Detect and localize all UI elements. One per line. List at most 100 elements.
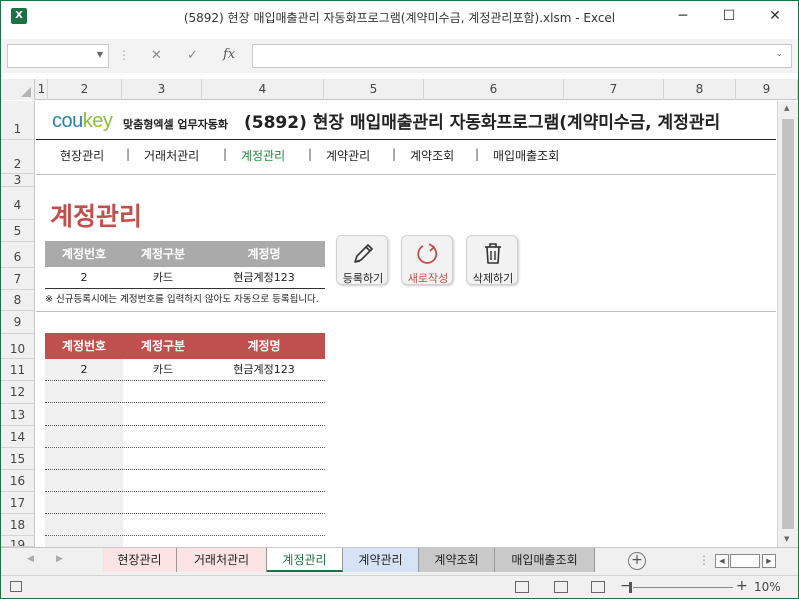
row-header[interactable]: 18 — [1, 514, 35, 536]
register-button[interactable]: 등록하기 — [336, 235, 388, 285]
column-label: 계정구분 — [140, 247, 186, 261]
column-header[interactable]: 3 — [122, 79, 202, 100]
row-header[interactable]: 16 — [1, 470, 35, 492]
row-header[interactable]: 7 — [1, 268, 35, 290]
horizontal-scrollbar[interactable] — [730, 554, 760, 568]
page-break-preview-icon[interactable] — [591, 581, 605, 593]
zoom-slider[interactable] — [633, 587, 733, 588]
row-header[interactable]: 13 — [1, 404, 35, 426]
column-header[interactable]: 4 — [202, 79, 324, 100]
nav-item-contract[interactable]: 계약관리 — [326, 147, 370, 164]
row-header[interactable]: 9 — [1, 311, 35, 334]
nav-item-vendor[interactable]: 거래처관리 — [144, 147, 199, 164]
formula-bar-grip: ⋮ — [118, 48, 130, 62]
sheet-tab-contract[interactable]: 계약관리 — [343, 548, 419, 572]
tab-split-handle[interactable]: ⋮ — [698, 553, 710, 567]
sheet-tab-site[interactable]: 현장관리 — [103, 548, 177, 572]
column-header[interactable]: 2 — [48, 79, 122, 100]
scroll-left-icon[interactable]: ◀ — [715, 554, 729, 568]
column-header[interactable]: 6 — [424, 79, 564, 100]
row-header[interactable]: 5 — [1, 220, 35, 242]
table-row[interactable] — [45, 426, 325, 448]
column-header[interactable]: 5 — [324, 79, 424, 100]
formula-input[interactable]: ⌄ — [252, 44, 792, 68]
row-header[interactable]: 15 — [1, 448, 35, 470]
table-row[interactable] — [45, 404, 325, 426]
row-header[interactable]: 17 — [1, 492, 35, 514]
table-row[interactable] — [45, 381, 325, 403]
vertical-scrollbar[interactable]: ▲ ▼ — [777, 101, 798, 547]
new-button[interactable]: 새로작성 — [401, 235, 453, 285]
row-header[interactable]: 12 — [1, 381, 35, 404]
worksheet-grid[interactable]: coukey 맞춤형엑셀 업무자동화 (5892) 현장 매입매출관리 자동화프… — [36, 101, 776, 547]
insert-function-icon[interactable]: fx — [223, 47, 235, 62]
row-header[interactable]: 3 — [1, 174, 35, 187]
select-all-button[interactable] — [1, 79, 35, 100]
minimize-button[interactable]: ─ — [660, 1, 706, 31]
table-row[interactable]: 2 카드 현금계정123 — [45, 359, 325, 381]
account-type-input[interactable]: 카드 — [123, 267, 203, 289]
divider — [36, 139, 776, 140]
page-layout-icon[interactable] — [554, 581, 568, 593]
sheet-tab-account[interactable]: 계정관리 — [267, 548, 343, 572]
row-header[interactable]: 2 — [1, 140, 35, 174]
table-row[interactable] — [45, 448, 325, 470]
zoom-slider-thumb[interactable] — [629, 582, 632, 593]
row-header[interactable]: 1 — [1, 101, 35, 140]
row-header[interactable]: 6 — [1, 242, 35, 268]
column-header[interactable]: 1 — [36, 79, 48, 100]
column-header[interactable]: 9 — [736, 79, 798, 100]
macro-record-icon[interactable] — [10, 581, 22, 592]
row-header[interactable]: 11 — [1, 359, 35, 381]
confirm-icon[interactable]: ✓ — [187, 48, 198, 63]
restore-button[interactable]: ☐ — [706, 1, 752, 31]
nav-item-account[interactable]: 계정관리 — [241, 147, 285, 164]
row-header[interactable]: 8 — [1, 290, 35, 311]
delete-button-label: 삭제하기 — [472, 272, 514, 285]
row-header[interactable]: 14 — [1, 426, 35, 448]
cell-account-type: 카드 — [152, 363, 174, 376]
logo-tagline: 맞춤형엑셀 업무자동화 — [123, 118, 229, 131]
nav-item-purchase-sales-lookup[interactable]: 매입매출조회 — [493, 147, 559, 164]
section-title: 계정관리 — [50, 202, 143, 231]
scroll-right-icon[interactable]: ▶ — [762, 554, 776, 568]
table-row[interactable] — [45, 536, 325, 547]
account-name-input[interactable]: 현금계정123 — [203, 267, 325, 289]
row-header[interactable]: 19 — [1, 536, 35, 547]
table-row[interactable] — [45, 470, 325, 492]
account-number-input[interactable]: 2 — [45, 267, 123, 289]
nav-item-site[interactable]: 현장관리 — [60, 147, 104, 164]
chevron-down-icon[interactable]: ▼ — [97, 50, 103, 59]
normal-view-icon[interactable] — [515, 581, 529, 593]
nav-separator: | — [392, 147, 397, 161]
input-row: 2 카드 현금계정123 — [45, 267, 325, 289]
delete-button[interactable]: 삭제하기 — [466, 235, 518, 285]
nav-item-contract-lookup[interactable]: 계약조회 — [410, 147, 454, 164]
name-box[interactable]: ▼ — [7, 44, 109, 68]
sheet-tab-vendor[interactable]: 거래처관리 — [177, 548, 267, 572]
chevron-down-icon[interactable]: ⌄ — [775, 49, 783, 59]
close-button[interactable]: ✕ — [752, 1, 798, 31]
scroll-up-icon[interactable]: ▲ — [784, 104, 789, 112]
scroll-down-icon[interactable]: ▼ — [784, 535, 789, 543]
add-sheet-icon[interactable]: + — [628, 552, 646, 570]
tab-scroll-right-icon[interactable]: ▶ — [56, 554, 63, 564]
nav-separator: | — [223, 147, 228, 161]
table-row[interactable] — [45, 514, 325, 536]
column-header[interactable]: 7 — [564, 79, 664, 100]
sheet-tab-contract-lookup[interactable]: 계약조회 — [419, 548, 495, 572]
scrollbar-thumb[interactable] — [782, 119, 794, 529]
zoom-level[interactable]: 10% — [754, 580, 781, 594]
column-label: 계정번호 — [61, 339, 107, 353]
row-header[interactable]: 4 — [1, 187, 35, 220]
row-header[interactable]: 10 — [1, 334, 35, 359]
sheet-tab-purchase-sales-lookup[interactable]: 매입매출조회 — [495, 548, 595, 572]
column-header[interactable]: 8 — [664, 79, 736, 100]
table-row[interactable] — [45, 492, 325, 514]
page-title: (5892) 현장 매입매출관리 자동화프로그램(계약미수금, 계정관리 — [244, 113, 721, 133]
cancel-icon[interactable]: ✕ — [151, 48, 162, 63]
zoom-in-icon[interactable]: + — [736, 578, 748, 594]
tab-scroll-left-icon[interactable]: ◀ — [27, 554, 34, 564]
new-button-label: 새로작성 — [407, 272, 449, 285]
column-label: 계정번호 — [61, 247, 107, 261]
